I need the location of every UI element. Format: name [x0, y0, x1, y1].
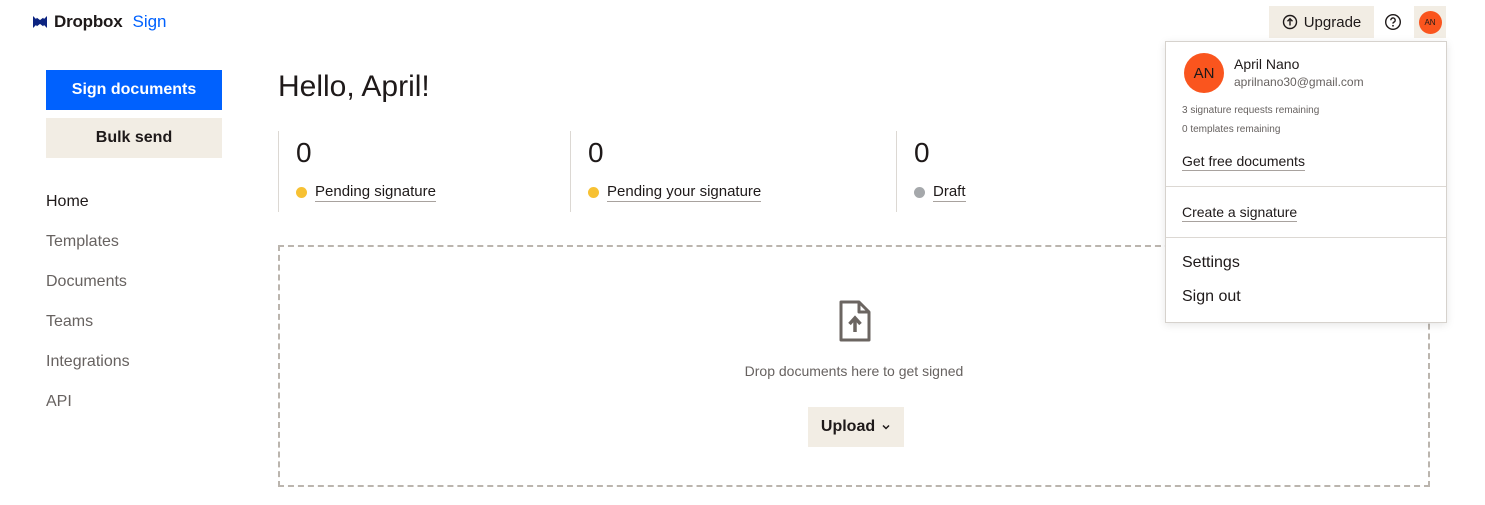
file-upload-icon: [839, 300, 871, 342]
menu-divider: [1166, 237, 1446, 238]
sidebar-item-documents[interactable]: Documents: [46, 270, 130, 310]
chevron-down-icon: [882, 424, 890, 430]
user-email: aprilnano30@gmail.com: [1234, 75, 1364, 89]
stat-count: 0: [296, 137, 312, 168]
sidebar-nav: Home Templates Documents Teams Integrati…: [46, 190, 130, 430]
upload-button[interactable]: Upload: [808, 407, 904, 447]
stat-pending-your-signature: 0 Pending your signature: [570, 131, 762, 212]
dropbox-logo-icon: [33, 16, 47, 28]
sidebar-item-integrations[interactable]: Integrations: [46, 350, 130, 390]
help-circle-icon: [1384, 13, 1402, 31]
account-menu: AN April Nano aprilnano30@gmail.com 3 si…: [1165, 41, 1447, 323]
stat-count: 0: [914, 137, 930, 168]
stat-draft: 0 Draft: [896, 131, 966, 212]
avatar: AN: [1418, 10, 1442, 34]
pending-your-signature-link[interactable]: Pending your signature: [607, 183, 762, 202]
upgrade-button[interactable]: Upgrade: [1269, 6, 1374, 38]
sidebar-item-home[interactable]: Home: [46, 190, 130, 230]
upload-label: Upload: [820, 418, 876, 435]
sign-documents-button[interactable]: Sign documents: [46, 70, 222, 110]
stat-pending-signature: 0 Pending signature: [278, 131, 436, 212]
product-name: Sign: [132, 12, 167, 31]
sidebar-item-templates[interactable]: Templates: [46, 230, 130, 270]
dropbox-sign-logo[interactable]: Dropbox Sign: [32, 12, 167, 32]
sidebar-item-api[interactable]: API: [46, 390, 130, 430]
brand-name: Dropbox: [54, 12, 123, 31]
help-button[interactable]: [1383, 12, 1403, 32]
account-menu-button[interactable]: AN: [1414, 6, 1446, 38]
status-dot-icon: [588, 187, 599, 198]
sidebar-item-teams[interactable]: Teams: [46, 310, 130, 350]
dropzone-text: Drop documents here to get signed: [744, 363, 964, 379]
templates-remaining: 0 templates remaining: [1182, 124, 1281, 135]
sign-out-menu-item[interactable]: Sign out: [1182, 288, 1241, 306]
page-title: Hello, April!: [278, 70, 430, 103]
status-dot-icon: [914, 187, 925, 198]
stat-count: 0: [588, 137, 604, 168]
get-free-documents-link[interactable]: Get free documents: [1182, 153, 1305, 171]
draft-link[interactable]: Draft: [933, 183, 966, 202]
create-signature-link[interactable]: Create a signature: [1182, 204, 1298, 222]
settings-menu-item[interactable]: Settings: [1182, 254, 1240, 272]
menu-avatar: AN: [1184, 53, 1224, 93]
status-dot-icon: [296, 187, 307, 198]
bulk-send-button[interactable]: Bulk send: [46, 118, 222, 158]
arrow-up-circle-icon: [1282, 14, 1297, 30]
upgrade-label: Upgrade: [1303, 13, 1362, 31]
menu-divider: [1166, 186, 1446, 187]
pending-signature-link[interactable]: Pending signature: [315, 183, 436, 202]
user-name: April Nano: [1234, 56, 1300, 72]
signature-requests-remaining: 3 signature requests remaining: [1182, 105, 1320, 116]
